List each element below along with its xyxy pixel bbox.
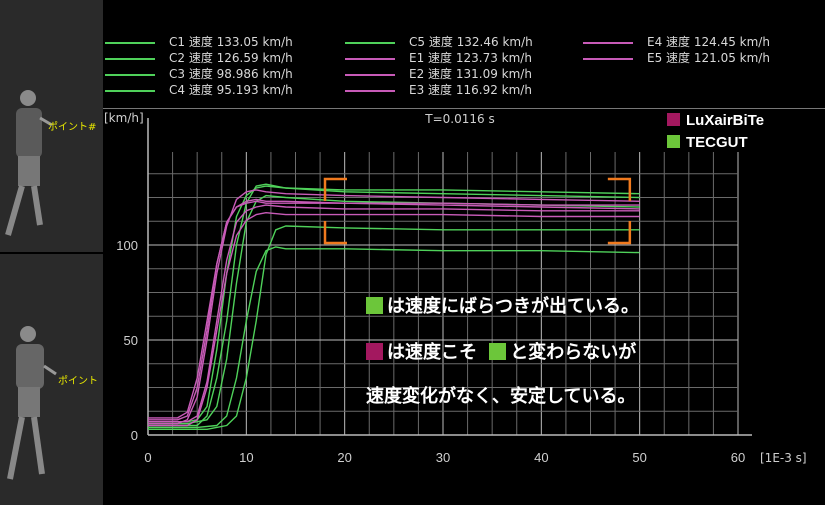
chart-title: T=0.0116 s: [424, 112, 494, 126]
x-tick-label: 50: [632, 450, 646, 465]
y-tick-label: 100: [116, 238, 138, 253]
y-tick-label: 0: [131, 428, 138, 443]
y-axis-label: [km/h]: [104, 111, 144, 125]
x-tick-label: 40: [534, 450, 548, 465]
brand-tecgut: TECGUT: [667, 134, 748, 151]
note-line-3: 速度変化がなく、安定している。: [366, 386, 636, 407]
luxairbite-square: [366, 343, 383, 360]
x-tick-label: 0: [144, 450, 151, 465]
x-tick-label: 20: [337, 450, 351, 465]
x-tick-label: 30: [436, 450, 450, 465]
note-line-1: は速度にばらつきが出ている。: [366, 292, 639, 318]
brand-swatch-tecgut: [667, 135, 680, 148]
brand-luxairbite: LuXairBiTe: [667, 112, 764, 129]
speed-chart: 0 10 20 30 40 50 60 0 50 100 [km/h] [1E-3 s] T=0.011…: [104, 111, 807, 465]
y-tick-label: 50: [124, 333, 138, 348]
bracket-bottom-left: [323, 221, 347, 245]
x-axis-label: [1E-3 s]: [760, 451, 807, 465]
bracket-bottom-right: [607, 221, 632, 245]
tecgut-square: [366, 297, 383, 314]
tecgut-square: [489, 343, 507, 360]
brand-swatch-luxairbite: [667, 113, 680, 126]
x-tick-label: 10: [239, 450, 253, 465]
x-tick-label: 60: [731, 450, 745, 465]
note-line-2: は速度こそ と変わらないが: [366, 338, 636, 364]
